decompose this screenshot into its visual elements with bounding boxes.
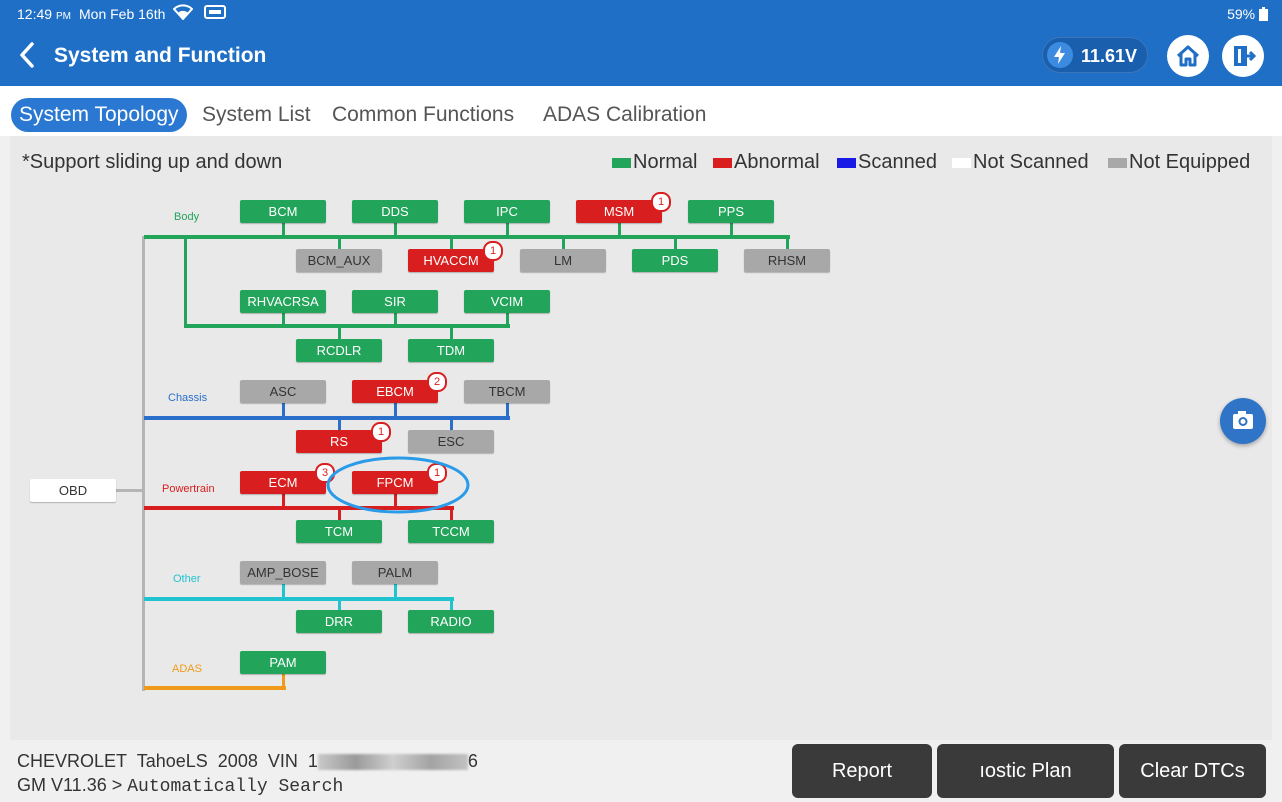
legend-normal: Normal (612, 151, 697, 174)
module-ipc[interactable]: IPC (464, 200, 550, 223)
module-rs[interactable]: RS (296, 430, 382, 453)
legend-abnormal: Abnormal (713, 151, 820, 174)
report-button[interactable]: Report (792, 744, 932, 798)
legend-not-equipped: Not Equipped (1108, 151, 1250, 174)
lightning-bolt-icon (1047, 42, 1073, 68)
vin-end: 6 (467, 751, 478, 771)
module-msm[interactable]: MSM (576, 200, 662, 223)
group-label-other: Other (173, 573, 201, 585)
adas-bus (144, 686, 286, 690)
topology-canvas[interactable] (10, 136, 1272, 740)
body-bus (144, 235, 790, 239)
module-esc[interactable]: ESC (408, 430, 494, 453)
vehicle-info: CHEVROLET TahoeLS 2008 VIN 1 6 (17, 751, 478, 772)
module-palm[interactable]: PALM (352, 561, 438, 584)
module-tbcm[interactable]: TBCM (464, 380, 550, 403)
module-bcm-aux[interactable]: BCM_AUX (296, 249, 382, 272)
diagnostic-plan-button[interactable]: ıostic Plan (937, 744, 1114, 798)
date: Mon Feb 16th (79, 6, 166, 22)
group-label-body: Body (174, 211, 200, 223)
exit-icon (1234, 46, 1257, 66)
back-button[interactable] (14, 39, 42, 71)
module-tdm[interactable]: TDM (408, 339, 494, 362)
dtc-count-badge-ebcm: 2 (427, 372, 447, 392)
tab-common-functions[interactable]: Common Functions (332, 98, 514, 132)
group-label-adas: ADAS (172, 663, 202, 675)
tab-bar: System Topology System List Common Funct… (0, 86, 1282, 136)
app-header: System and Function 11.61V (0, 26, 1282, 86)
group-label-powertrain: Powertrain (162, 483, 215, 495)
module-dds[interactable]: DDS (352, 200, 438, 223)
software-version: GM V11.36 > (17, 775, 123, 795)
battery-level: 59% (1227, 6, 1268, 22)
status-bar: 12:49 PM Mon Feb 16th 59% (0, 0, 1282, 26)
dtc-count-badge-rs: 1 (371, 422, 391, 442)
home-icon (1176, 45, 1200, 67)
tab-adas-calibration[interactable]: ADAS Calibration (543, 98, 706, 132)
tab-system-list[interactable]: System List (202, 98, 311, 132)
module-amp-bose[interactable]: AMP_BOSE (240, 561, 326, 584)
breadcrumb-current: Automatically Search (127, 777, 344, 797)
dtc-count-badge-msm: 1 (651, 192, 671, 212)
page-title: System and Function (54, 44, 267, 67)
module-tcm[interactable]: TCM (296, 520, 382, 543)
dtc-count-badge-hvaccm: 1 (483, 241, 503, 261)
back-arrow-icon (20, 42, 34, 68)
legend-swatch (612, 157, 631, 168)
module-lm[interactable]: LM (520, 249, 606, 272)
module-sir[interactable]: SIR (352, 290, 438, 313)
module-rhvacrsa[interactable]: RHVACRSA (240, 290, 326, 313)
tab-system-topology[interactable]: System Topology (11, 98, 187, 132)
main-bus-line (142, 236, 145, 691)
module-drr[interactable]: DRR (296, 610, 382, 633)
vin-start: 1 (307, 751, 318, 771)
module-ebcm[interactable]: EBCM (352, 380, 438, 403)
module-asc[interactable]: ASC (240, 380, 326, 403)
screenshot-button[interactable] (1220, 398, 1266, 444)
clear-dtcs-button[interactable]: Clear DTCs (1119, 744, 1266, 798)
module-hvaccm[interactable]: HVACCM (408, 249, 494, 272)
legend-not-scanned: Not Scanned (952, 151, 1089, 174)
module-pps[interactable]: PPS (688, 200, 774, 223)
highlight-ellipse (326, 456, 470, 514)
battery-voltage-indicator: 11.61V (1042, 37, 1148, 73)
vin-redacted (317, 754, 468, 771)
module-rhsm[interactable]: RHSM (744, 249, 830, 272)
vci-connector-icon (204, 5, 226, 22)
obd-connector-line (114, 489, 144, 492)
module-rcdlr[interactable]: RCDLR (296, 339, 382, 362)
camera-icon (1233, 411, 1253, 429)
module-tccm[interactable]: TCCM (408, 520, 494, 543)
vehicle-model: TahoeLS (136, 751, 208, 771)
wifi-icon (172, 4, 194, 23)
battery-icon (1259, 7, 1268, 21)
module-bcm[interactable]: BCM (240, 200, 326, 223)
module-pds[interactable]: PDS (632, 249, 718, 272)
other-bus (144, 597, 454, 601)
vin-label: VIN (267, 751, 298, 771)
voltage-value: 11.61V (1081, 46, 1138, 66)
vehicle-year: 2008 (217, 751, 258, 771)
group-label-chassis: Chassis (168, 392, 208, 404)
legend-scanned: Scanned (837, 151, 937, 174)
module-obd[interactable]: OBD (30, 479, 116, 502)
clock: 12:49 PM (17, 6, 71, 22)
chassis-bus (144, 416, 510, 420)
vehicle-make: CHEVROLET (17, 751, 128, 771)
module-pam[interactable]: PAM (240, 651, 326, 674)
home-button[interactable] (1167, 35, 1209, 77)
scroll-hint: *Support sliding up and down (22, 151, 283, 173)
breadcrumb: GM V11.36 > Automatically Search (17, 775, 343, 797)
module-vcim[interactable]: VCIM (464, 290, 550, 313)
module-radio[interactable]: RADIO (408, 610, 494, 633)
exit-button[interactable] (1222, 35, 1264, 77)
module-ecm[interactable]: ECM (240, 471, 326, 494)
